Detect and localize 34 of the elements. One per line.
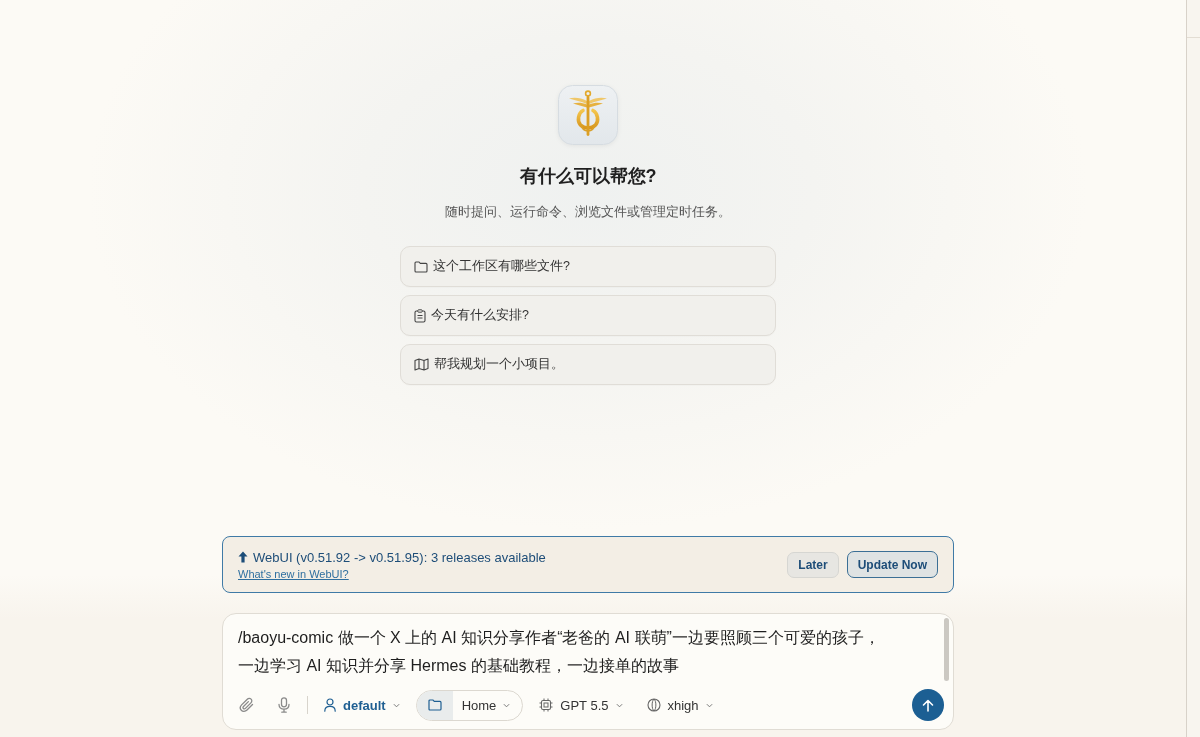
update-message: WebUI (v0.51.92 -> v0.51.95): 3 releases available xyxy=(253,549,546,565)
model-dropdown[interactable]: GPT 5.5 xyxy=(531,690,631,720)
folder-icon xyxy=(414,260,428,273)
later-button[interactable]: Later xyxy=(787,551,839,578)
reasoning-dropdown[interactable]: xhigh xyxy=(638,690,721,720)
suggestion-button[interactable]: 这个工作区有哪些文件? xyxy=(400,246,776,287)
caret-icon xyxy=(705,702,713,708)
update-now-button[interactable]: Update Now xyxy=(846,551,938,578)
microphone-icon xyxy=(278,697,290,713)
subtitle: 随时提问、运行命令、浏览文件或管理定时任务。 xyxy=(445,204,731,220)
winged-staff-logo xyxy=(558,85,618,145)
clipboard-icon xyxy=(414,308,426,323)
scrollbar-thumb[interactable] xyxy=(944,618,949,681)
profile-dropdown[interactable]: default xyxy=(316,690,408,720)
arrow-up-icon xyxy=(922,698,934,712)
send-button[interactable] xyxy=(912,689,944,721)
paperclip-icon xyxy=(239,697,255,713)
person-icon xyxy=(324,698,336,712)
workspace-dropdown[interactable]: Home xyxy=(452,690,523,720)
chip-icon xyxy=(539,698,554,712)
map-icon xyxy=(414,358,429,371)
split-circle-icon xyxy=(646,698,661,712)
caret-icon xyxy=(503,702,511,708)
message-composer[interactable]: /baoyu-comic 做一个 X 上的 AI 知识分享作者“老爸的 AI 联萌”一边要照顾三个可爱的孩子，一边学习 AI 知识并分享 Hermes 的基础教程，一边接单的故事 default Home GPT 5.5 xhigh xyxy=(222,613,954,730)
folder-icon xyxy=(427,699,442,711)
message-input[interactable]: /baoyu-comic 做一个 X 上的 AI 知识分享作者“老爸的 AI 联萌”一边要照顾三个可爱的孩子，一边学习 AI 知识并分享 Hermes 的基础教程，一边接单的故事 xyxy=(223,624,891,680)
heading: 有什么可以帮您? xyxy=(519,165,657,187)
caret-icon xyxy=(615,702,623,708)
folder-button[interactable] xyxy=(416,690,453,720)
arrow-up-icon xyxy=(238,551,248,563)
caret-icon xyxy=(392,702,400,708)
whats-new-link[interactable]: What's new in WebUI? xyxy=(238,567,349,580)
suggestion-button[interactable]: 今天有什么安排? xyxy=(400,295,776,336)
suggestion-button[interactable]: 帮我规划一个小项目。 xyxy=(400,344,776,385)
